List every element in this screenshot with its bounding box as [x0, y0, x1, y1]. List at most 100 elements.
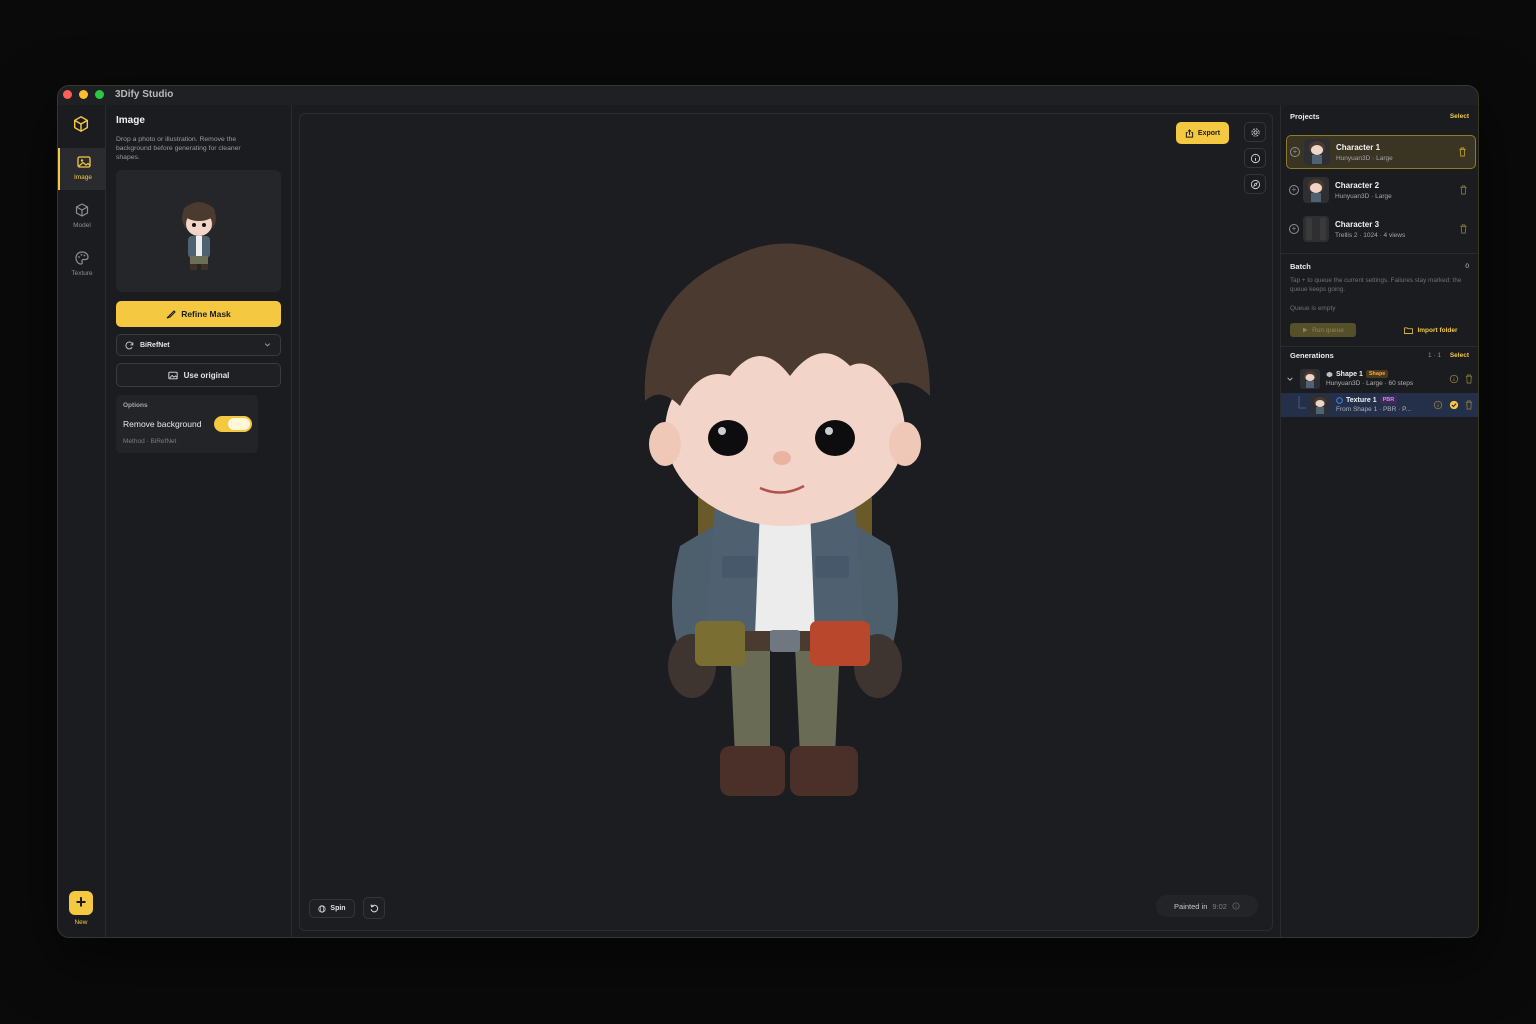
project-item[interactable]: + Character 1 Hunyuan3D · Large — [1286, 135, 1476, 169]
input-image-preview[interactable] — [116, 170, 281, 292]
add-to-batch-icon[interactable]: + — [1290, 147, 1300, 157]
projects-title: Projects — [1290, 112, 1320, 121]
image-panel: Image Drop a photo or illustration. Remo… — [106, 105, 292, 937]
rail-item-texture[interactable]: Texture — [58, 244, 106, 286]
rail-item-image[interactable]: Image — [58, 148, 106, 190]
minimize-window-button[interactable] — [79, 90, 88, 99]
run-queue-button[interactable]: Run queue — [1290, 323, 1356, 337]
refine-mask-button[interactable]: Refine Mask — [116, 301, 281, 327]
model-select[interactable]: BiRefNet — [116, 334, 281, 356]
export-label: Export — [1197, 129, 1221, 137]
share-icon — [1185, 128, 1194, 138]
export-button[interactable]: Export — [1176, 122, 1229, 144]
pbr-badge: PBR — [1379, 396, 1398, 404]
batch-description: Tap + to queue the current settings. Fai… — [1290, 277, 1462, 293]
new-project-label: New — [74, 919, 88, 926]
projects-select-link[interactable]: Select — [1450, 113, 1469, 120]
image-icon — [77, 156, 91, 168]
spin-button[interactable]: Spin — [309, 899, 355, 918]
trash-icon[interactable] — [1464, 400, 1474, 410]
check-circle-icon[interactable] — [1449, 400, 1459, 410]
folder-icon — [1404, 326, 1414, 334]
palette-icon — [1336, 396, 1343, 404]
generations-select-link[interactable]: Select — [1450, 352, 1469, 359]
character-thumbnail — [182, 202, 216, 270]
import-folder-label: Import folder — [1417, 326, 1458, 334]
rail-item-label: Image — [73, 174, 93, 181]
chevron-down-icon[interactable] — [1286, 375, 1294, 383]
model-select-value: BiRefNet — [140, 341, 170, 349]
3d-character-model — [644, 243, 930, 796]
batch-count: 0 — [1465, 263, 1469, 270]
info-button[interactable] — [1244, 148, 1266, 168]
globe-icon — [318, 904, 327, 913]
batch-title: Batch — [1290, 262, 1311, 271]
project-name: Character 1 — [1336, 143, 1381, 152]
panel-description: Drop a photo or illustration. Remove the… — [116, 136, 241, 161]
info-icon[interactable] — [1449, 374, 1459, 384]
compass-icon — [1250, 179, 1260, 189]
info-icon[interactable] — [1433, 400, 1443, 410]
shape-badge: Shape — [1365, 370, 1389, 378]
compass-button[interactable] — [1244, 174, 1266, 194]
rail-item-model[interactable]: Model — [58, 196, 106, 238]
painted-time: 9:02 — [1212, 901, 1227, 911]
project-meta: Hunyuan3D · Large — [1336, 155, 1393, 162]
remove-background-toggle[interactable] — [214, 416, 252, 432]
generation-meta: Hunyuan3D · Large · 60 steps — [1326, 380, 1414, 387]
generation-name-text: Shape 1 — [1336, 370, 1363, 378]
play-icon — [1303, 327, 1308, 333]
maximize-window-button[interactable] — [95, 90, 104, 99]
info-icon — [1232, 902, 1240, 910]
project-thumbnail — [1304, 139, 1330, 165]
trash-icon[interactable] — [1459, 185, 1468, 195]
tree-branch-icon — [1298, 396, 1306, 409]
project-meta: Hunyuan3D · Large — [1335, 193, 1392, 200]
remove-background-label: Remove background — [123, 419, 202, 429]
rail-item-label: Texture — [71, 270, 93, 277]
generations-count: 1 · 1 — [1427, 352, 1441, 359]
generation-thumbnail — [1310, 395, 1330, 415]
divider — [1281, 253, 1478, 254]
trash-icon[interactable] — [1464, 374, 1474, 384]
generation-name-text: Texture 1 — [1346, 396, 1377, 404]
use-original-label: Use original — [183, 370, 230, 380]
gear-icon — [1250, 127, 1260, 137]
queue-status: Queue is empty — [1290, 305, 1336, 312]
brush-icon — [166, 310, 176, 319]
refine-mask-label: Refine Mask — [181, 309, 231, 319]
rotate-ccw-icon — [370, 904, 379, 913]
import-folder-button[interactable]: Import folder — [1393, 323, 1469, 337]
trash-icon[interactable] — [1459, 224, 1468, 234]
trash-icon[interactable] — [1458, 147, 1467, 157]
project-thumbnail — [1303, 177, 1329, 203]
refresh-icon — [125, 341, 134, 349]
generation-thumbnail — [1300, 369, 1320, 389]
project-item[interactable]: + Character 2 Hunyuan3D · Large — [1286, 174, 1476, 208]
app-window: 3Dify Studio Image Model Texture + New I… — [57, 85, 1479, 938]
app-title: 3Dify Studio — [115, 89, 174, 100]
nav-rail: Image Model Texture + New — [58, 105, 106, 937]
settings-button[interactable] — [1244, 122, 1266, 142]
cube-icon — [1326, 371, 1333, 377]
project-item[interactable]: + Character 3 Trellis 2 · 1024 · 4 views — [1286, 213, 1476, 247]
new-project-button[interactable]: + — [69, 891, 93, 915]
spin-label: Spin — [330, 905, 346, 912]
add-to-batch-icon[interactable]: + — [1289, 224, 1299, 234]
generations-title: Generations — [1290, 351, 1334, 360]
generation-row-texture[interactable]: Texture 1 PBR From Shape 1 · PBR · P... — [1281, 393, 1478, 417]
generation-meta: From Shape 1 · PBR · P... — [1336, 406, 1412, 413]
reset-view-button[interactable] — [363, 897, 385, 919]
project-thumbnail — [1303, 216, 1329, 242]
painted-label: Painted in — [1174, 901, 1208, 911]
close-window-button[interactable] — [63, 90, 72, 99]
palette-icon — [75, 251, 89, 265]
add-to-batch-icon[interactable]: + — [1289, 185, 1299, 195]
generation-row-shape[interactable]: Shape 1 Shape Hunyuan3D · Large · 60 ste… — [1281, 367, 1478, 391]
divider — [1281, 346, 1478, 347]
chevron-down-icon — [264, 343, 271, 347]
3d-viewport[interactable]: Export Spin Painted in 9:02 — [299, 113, 1273, 931]
right-sidebar: Projects Select + Character 1 Hunyuan3D … — [1280, 105, 1478, 937]
use-original-button[interactable]: Use original — [116, 363, 281, 387]
panel-title: Image — [116, 115, 145, 126]
